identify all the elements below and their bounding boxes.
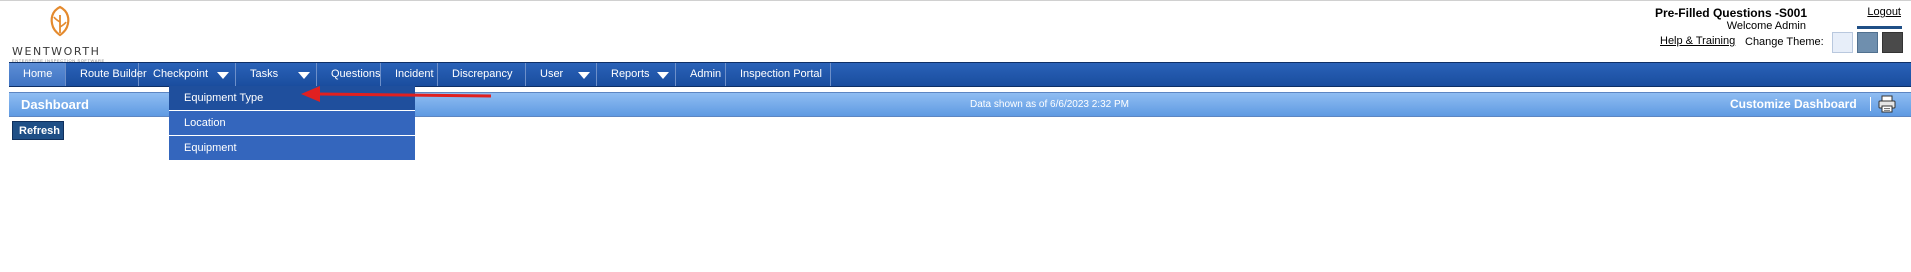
divider <box>1870 97 1871 111</box>
customize-dashboard-link[interactable]: Customize Dashboard <box>1730 97 1857 111</box>
page-title: Pre-Filled Questions -S001 <box>1654 6 1807 20</box>
menu-item-equipment[interactable]: Equipment <box>169 136 415 161</box>
refresh-button[interactable]: Refresh <box>12 121 64 140</box>
theme-swatch-dark[interactable] <box>1882 32 1903 53</box>
help-training-link[interactable]: Help & Training <box>1660 35 1735 47</box>
printer-icon[interactable] <box>1878 95 1896 113</box>
welcome-text: Welcome Admin <box>1726 20 1806 32</box>
nav-admin[interactable]: Admin <box>676 63 726 86</box>
nav-user[interactable]: User <box>526 63 597 86</box>
selected-theme-indicator <box>1857 26 1902 29</box>
annotation-arrow <box>301 86 492 102</box>
nav-inspection-portal[interactable]: Inspection Portal <box>726 63 831 86</box>
change-theme-label: Change Theme: <box>1745 36 1824 48</box>
chevron-down-icon <box>578 72 590 79</box>
logout-link[interactable]: Logout <box>1867 6 1901 18</box>
nav-label: Admin <box>690 68 722 80</box>
nav-reports[interactable]: Reports <box>597 63 676 86</box>
theme-swatch-light[interactable] <box>1832 32 1853 53</box>
nav-label: Inspection Portal <box>740 68 822 80</box>
nav-label: Reports <box>611 68 650 80</box>
theme-swatch-slate[interactable] <box>1857 32 1878 53</box>
nav-label: User <box>540 68 564 80</box>
chevron-down-icon <box>657 72 669 79</box>
data-timestamp: Data shown as of 6/6/2023 2:32 PM <box>970 99 1129 110</box>
